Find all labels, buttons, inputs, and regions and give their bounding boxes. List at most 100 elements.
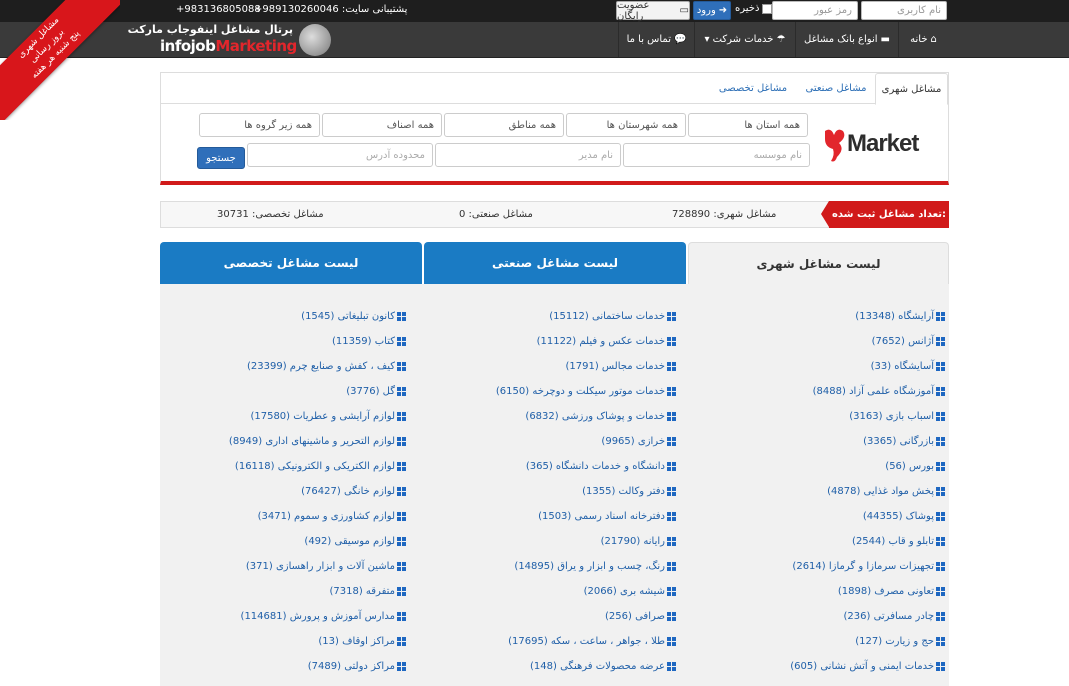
category-link[interactable]: صرافی (256) — [605, 609, 676, 623]
logo-brand: infojobMarketing — [160, 37, 297, 55]
grid-icon — [667, 386, 676, 396]
category-link[interactable]: مراکز دولتی (7489) — [308, 659, 406, 673]
remember-checkbox[interactable]: ذخیره — [735, 3, 773, 14]
login-button[interactable]: ورود ➜ — [693, 1, 731, 20]
nav-bank-types-label: انواع بانک مشاغل — [804, 34, 878, 45]
grid-icon — [667, 361, 676, 371]
category-link[interactable]: مدارس آموزش و پرورش (114681) — [241, 609, 406, 623]
category-link[interactable]: لوازم الکتریکی و الکترونیکی (16118) — [235, 459, 406, 473]
register-button[interactable]: عضویت رایگان ▭ — [616, 0, 690, 22]
category-label: لوازم کشاورزی و سموم (3471) — [257, 510, 395, 522]
category-link[interactable]: دفترخانه اسناد رسمی (1503) — [538, 509, 676, 523]
category-link[interactable]: کتاب (11359) — [332, 334, 406, 348]
list-tab-specialized[interactable]: لیست مشاغل تخصصی — [160, 242, 422, 284]
category-link[interactable]: پخش مواد غذایی (4878) — [827, 484, 945, 498]
category-label: بازرگانی (3365) — [863, 435, 934, 447]
category-link[interactable]: خدمات ایمنی و آتش نشانی (605) — [790, 659, 945, 673]
category-link[interactable]: بازرگانی (3365) — [863, 434, 945, 448]
category-link[interactable]: رایانه (21790) — [601, 534, 676, 548]
nav-home-label: خانه — [910, 34, 928, 45]
tab-urban[interactable]: مشاغل شهری — [875, 73, 948, 105]
nav-company-services-label: خدمات شرکت — [712, 34, 774, 45]
category-link[interactable]: گل (3776) — [346, 384, 406, 398]
category-link[interactable]: کانون تبلیغاتی (1545) — [301, 309, 406, 323]
grid-icon — [397, 311, 406, 321]
list-tab-industrial[interactable]: لیست مشاغل صنعتی — [424, 242, 686, 284]
province-select[interactable]: همه استان ها — [688, 113, 808, 137]
grid-icon — [397, 486, 406, 496]
category-link[interactable]: عرضه محصولات فرهنگی (148) — [530, 659, 676, 673]
category-link[interactable]: تجهیزات سرمازا و گرمازا (2614) — [792, 559, 945, 573]
grid-icon — [397, 561, 406, 571]
category-link[interactable]: اسباب بازی (3163) — [849, 409, 945, 423]
address-input[interactable]: محدوده آدرس — [247, 143, 433, 167]
category-label: تجهیزات سرمازا و گرمازا (2614) — [792, 560, 934, 572]
category-link[interactable]: خدمات ساختمانی (15112) — [549, 309, 676, 323]
category-link[interactable]: طلا ، جواهر ، ساعت ، سکه (17695) — [508, 634, 676, 648]
grid-icon — [397, 361, 406, 371]
category-link[interactable]: لوازم آرایشی و عطریات (17580) — [250, 409, 406, 423]
category-link[interactable]: کیف ، کفش و صنایع چرم (23399) — [247, 359, 406, 373]
category-link[interactable]: خدمات و پوشاک ورزشی (6832) — [525, 409, 676, 423]
category-link[interactable]: بورس (56) — [885, 459, 945, 473]
category-link[interactable]: رنگ، چسب و ابزار و یراق (14895) — [514, 559, 676, 573]
category-link[interactable]: لوازم موسیقی (492) — [304, 534, 406, 548]
username-input[interactable] — [861, 1, 947, 20]
category-link[interactable]: لوازم کشاورزی و سموم (3471) — [258, 509, 406, 523]
category-label: آسایشگاه (33) — [870, 360, 934, 372]
category-link[interactable]: پوشاک (44355) — [863, 509, 945, 523]
category-link[interactable]: خدمات عکس و فیلم (11122) — [537, 334, 676, 348]
category-label: لوازم موسیقی (492) — [304, 535, 395, 547]
category-label: خدمات و پوشاک ورزشی (6832) — [525, 410, 665, 422]
category-link[interactable]: خرازی (9965) — [601, 434, 676, 448]
guild-select[interactable]: همه اصناف — [322, 113, 442, 137]
category-link[interactable]: تعاونی مصرف (1898) — [838, 584, 945, 598]
grid-icon — [936, 311, 945, 321]
site-logo[interactable]: پرتال مشاغل اینفوجاب مارکت infojobMarket… — [128, 22, 333, 58]
nav-home[interactable]: خانه ⌂ — [898, 22, 948, 57]
globe-icon — [299, 24, 331, 56]
category-label: لوازم خانگی (76427) — [301, 485, 395, 497]
category-label: آژانس (7652) — [871, 335, 934, 347]
region-select[interactable]: همه مناطق — [444, 113, 564, 137]
nav-bank-types[interactable]: انواع بانک مشاغل ▬ — [795, 22, 898, 57]
remember-label: ذخیره — [735, 3, 760, 14]
category-label: خدمات موتور سیکلت و دوچرخه (6150) — [495, 385, 665, 397]
category-link[interactable]: دفتر وکالت (1355) — [582, 484, 676, 498]
category-label: خدمات عکس و فیلم (11122) — [536, 335, 665, 347]
category-label: تعاونی مصرف (1898) — [837, 585, 934, 597]
category-link[interactable]: آسایشگاه (33) — [871, 359, 945, 373]
category-link[interactable]: تابلو و قاب (2544) — [852, 534, 945, 548]
category-link[interactable]: متفرقه (7318) — [329, 584, 406, 598]
category-link[interactable]: آرایشگاه (13348) — [855, 309, 945, 323]
category-link[interactable]: دانشگاه و خدمات دانشگاه (365) — [526, 459, 676, 473]
list-tab-urban[interactable]: لیست مشاغل شهری — [688, 242, 949, 284]
category-link[interactable]: لوازم خانگی (76427) — [301, 484, 406, 498]
category-link[interactable]: خدمات مجالس (1791) — [565, 359, 676, 373]
category-link[interactable]: آموزشگاه علمی آزاد (8488) — [813, 384, 945, 398]
category-link[interactable]: مراکز اوقاف (13) — [318, 634, 406, 648]
category-link[interactable]: ماشین آلات و ابزار راهسازی (371) — [246, 559, 406, 573]
category-link[interactable]: خدمات موتور سیکلت و دوچرخه (6150) — [496, 384, 676, 398]
nav-contact[interactable]: تماس با ما 💬 — [618, 22, 694, 57]
category-link[interactable]: چادر مسافرتی (236) — [843, 609, 945, 623]
tab-specialized[interactable]: مشاغل تخصصی — [714, 73, 792, 104]
category-link[interactable]: آژانس (7652) — [872, 334, 945, 348]
search-button[interactable]: جستجو — [197, 147, 245, 169]
grid-icon — [397, 411, 406, 421]
category-label: خدمات مجالس (1791) — [565, 360, 665, 372]
manager-input[interactable]: نام مدیر — [435, 143, 621, 167]
grid-icon — [936, 611, 945, 621]
category-link[interactable]: لوازم التحریر و ماشینهای اداری (8949) — [229, 434, 406, 448]
category-link[interactable]: شیشه بری (2066) — [584, 584, 676, 598]
grid-icon — [936, 661, 945, 671]
institution-input[interactable]: نام موسسه — [623, 143, 810, 167]
checkbox-box[interactable] — [762, 3, 773, 14]
city-select[interactable]: همه شهرستان ها — [566, 113, 686, 137]
grid-icon — [667, 486, 676, 496]
category-link[interactable]: حج و زیارت (127) — [855, 634, 945, 648]
password-input[interactable] — [772, 1, 858, 20]
subgroup-select[interactable]: همه زیر گروه ها — [199, 113, 320, 137]
nav-company-services[interactable]: ▾ خدمات شرکت ☂ — [694, 22, 795, 57]
tab-industrial[interactable]: مشاغل صنعتی — [797, 73, 875, 104]
